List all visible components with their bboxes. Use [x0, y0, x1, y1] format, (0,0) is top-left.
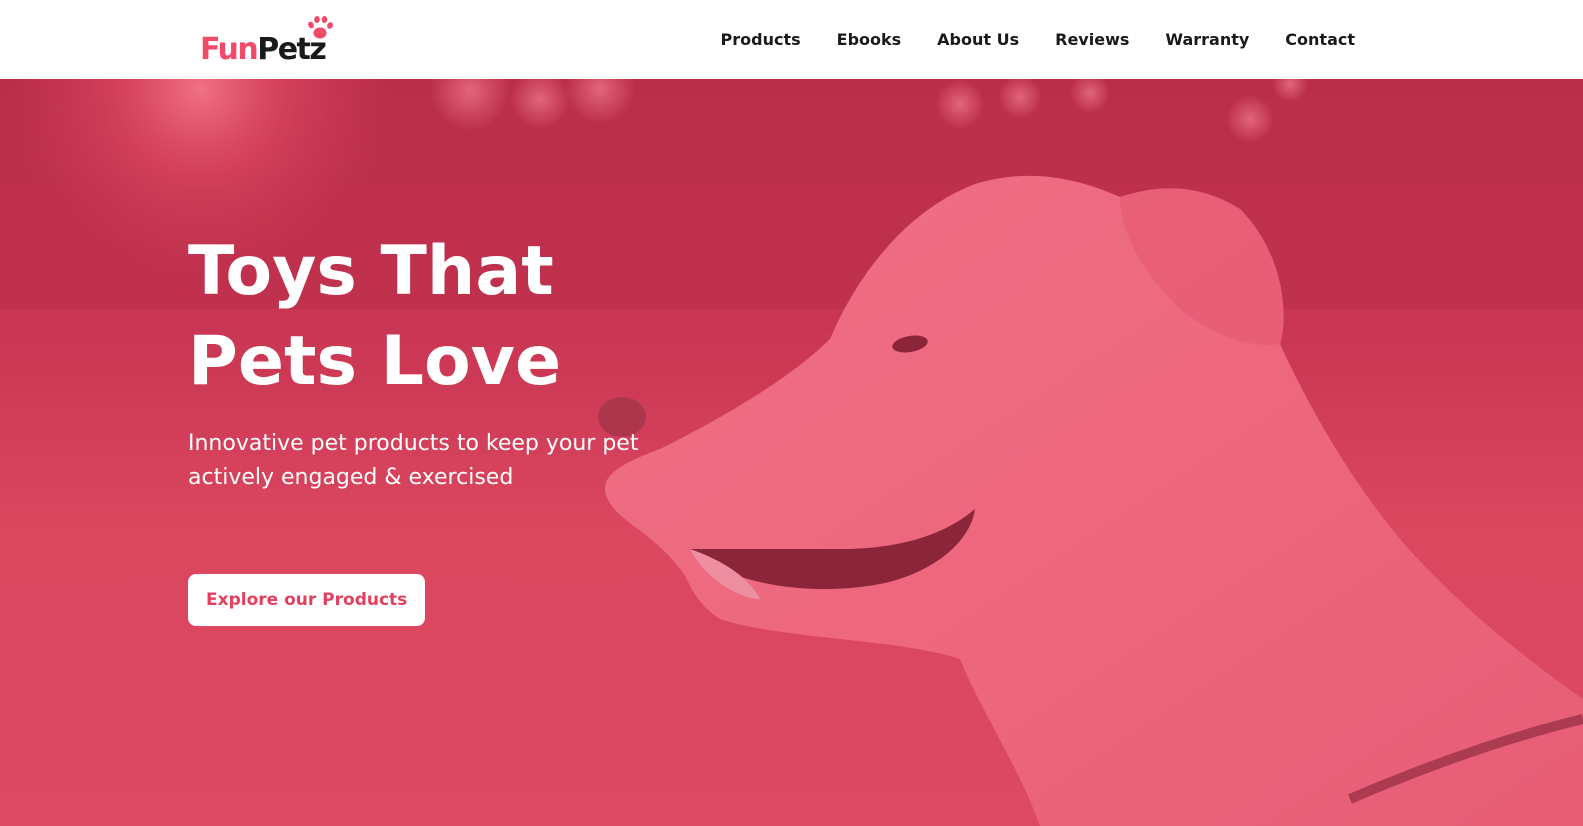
nav-item-about-us[interactable]: About Us [937, 30, 1019, 49]
nav-item-ebooks[interactable]: Ebooks [837, 30, 902, 49]
hero-subtitle: Innovative pet products to keep your pet… [188, 431, 639, 490]
nav-item-products[interactable]: Products [721, 30, 801, 49]
logo-text-fun: Fun [200, 32, 259, 67]
paw-icon [308, 16, 333, 39]
nav-item-reviews[interactable]: Reviews [1055, 30, 1129, 49]
nav-item-warranty[interactable]: Warranty [1165, 30, 1249, 49]
hero-section: Toys That Pets Love Innovative pet produ… [0, 79, 1583, 826]
main-nav: Products Ebooks About Us Reviews Warrant… [721, 0, 1355, 79]
site-header: FunPetz Products Ebooks About Us Reviews… [0, 0, 1583, 79]
explore-products-button[interactable]: Explore our Products [188, 574, 426, 626]
funpetz-logo[interactable]: FunPetz [200, 14, 340, 70]
hero-title: Toys That Pets Love [188, 232, 562, 401]
nav-item-contact[interactable]: Contact [1285, 30, 1355, 49]
